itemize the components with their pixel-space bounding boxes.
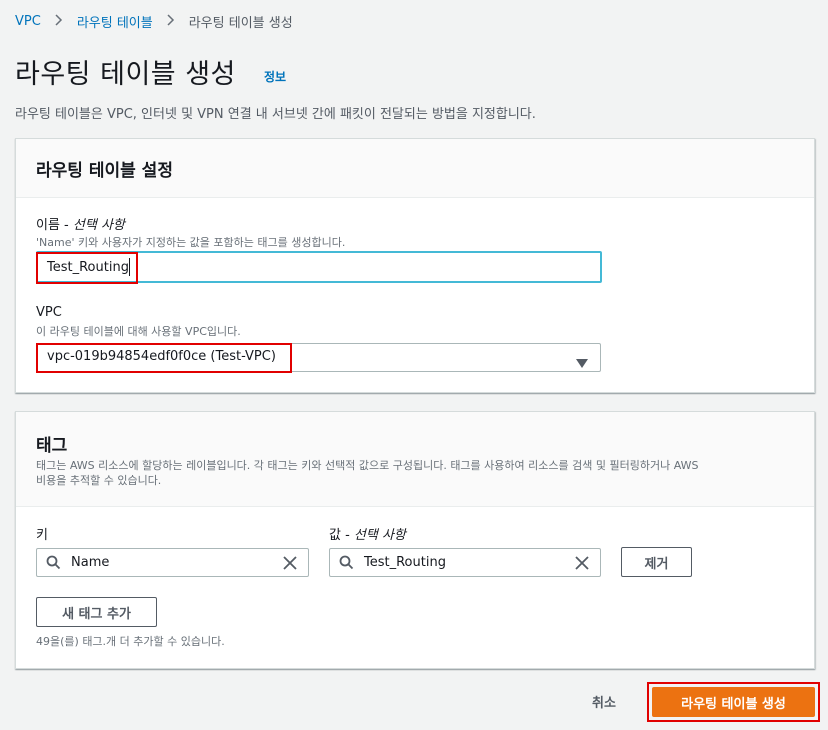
breadcrumb-item-route-tables[interactable]: 라우팅 테이블 [77,12,153,31]
panel-header: 라우팅 테이블 설정 [16,139,814,198]
tag-key-label: 키 [36,528,48,543]
tag-key-input[interactable]: Name [36,548,309,577]
panel-title: 태그 [36,436,68,456]
page-description: 라우팅 테이블은 VPC, 인터넷 및 VPN 연결 내 서브넷 간에 패킷이 … [15,107,536,122]
tag-value-input[interactable]: Test_Routing [329,548,601,577]
tag-value-value: Test_Routing [364,555,446,570]
panel-header: 태그 태그는 AWS 리소스에 할당하는 레이블입니다. 각 태그는 키와 선택… [16,412,814,507]
tags-description: 태그는 AWS 리소스에 할당하는 레이블입니다. 각 태그는 키와 선택적 값… [36,459,699,487]
vpc-select-value: vpc-019b94854edf0f0ce (Test-VPC) [47,349,276,364]
close-icon[interactable] [283,555,297,574]
search-icon [339,555,354,574]
tag-key-value: Name [71,555,110,570]
caret-down-icon[interactable] [576,353,588,372]
breadcrumb: VPC 라우팅 테이블 라우팅 테이블 생성 [15,12,293,31]
breadcrumb-chevron-icon [167,13,175,30]
remaining-tags-note: 49을(를) 태그.개 더 추가할 수 있습니다. [36,635,225,648]
page-title: 라우팅 테이블 생성 [15,59,236,90]
name-input-value: Test_Routing [47,260,129,275]
add-tag-button[interactable]: 새 태그 추가 [36,597,157,627]
cancel-button[interactable]: 취소 [592,692,616,711]
vpc-field-label: VPC [36,305,62,320]
tags-panel: 태그 태그는 AWS 리소스에 할당하는 레이블입니다. 각 태그는 키와 선택… [15,411,815,669]
remove-tag-button[interactable]: 제거 [621,547,692,577]
create-route-table-button[interactable]: 라우팅 테이블 생성 [652,687,815,717]
name-field-label: 이름 - 선택 사항 [36,218,125,233]
close-icon[interactable] [575,555,589,574]
search-icon [46,555,61,574]
tag-value-label: 값 - 선택 사항 [329,528,406,543]
breadcrumb-item-current: 라우팅 테이블 생성 [188,16,293,31]
breadcrumb-chevron-icon [55,13,63,30]
name-field-help: 'Name' 키와 사용자가 지정하는 값을 포함하는 태그를 생성합니다. [36,236,346,249]
breadcrumb-item-vpc[interactable]: VPC [15,14,41,29]
text-cursor [129,258,130,276]
route-table-settings-panel: 라우팅 테이블 설정 이름 - 선택 사항 'Name' 키와 사용자가 지정하… [15,138,815,393]
vpc-field-help: 이 라우팅 테이블에 대해 사용할 VPC입니다. [36,325,241,338]
info-link[interactable]: 정보 [264,68,286,85]
panel-title: 라우팅 테이블 설정 [36,161,173,181]
